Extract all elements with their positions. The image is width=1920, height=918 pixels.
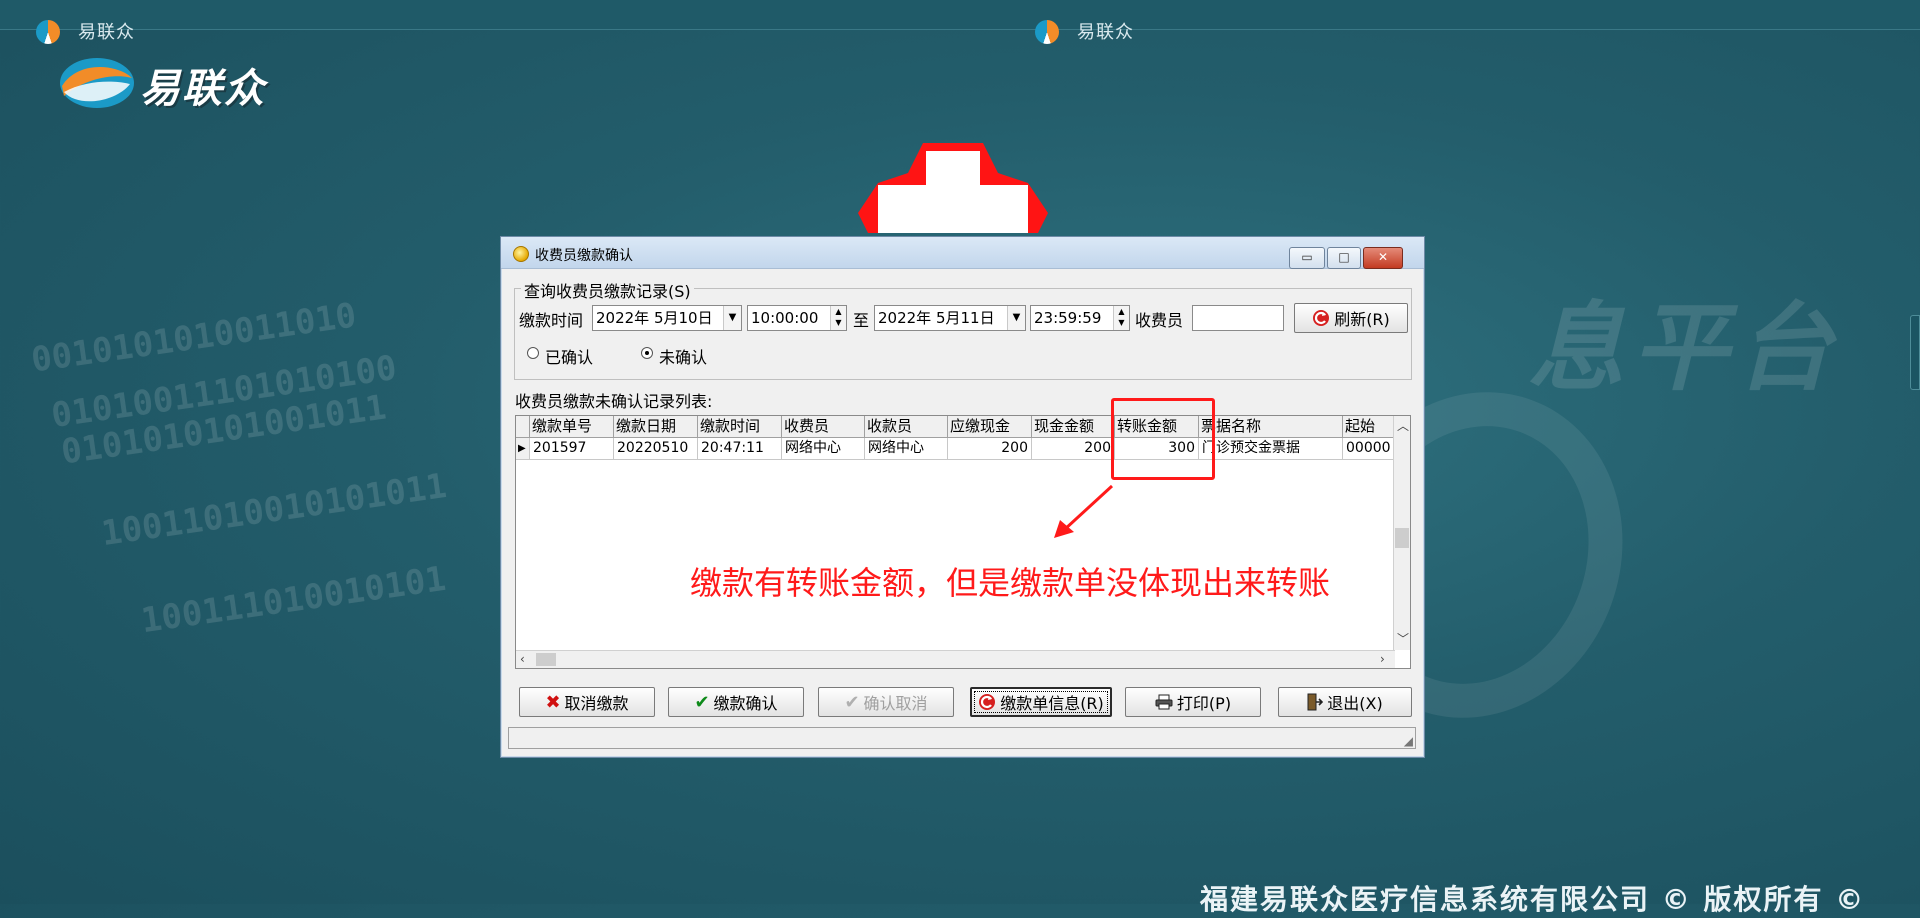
to-label: 至 — [853, 311, 870, 330]
payment-info-button[interactable]: 缴款单信息(R) — [970, 687, 1112, 717]
company-logo-icon — [60, 58, 134, 108]
cancel-payment-button[interactable]: ✖ 取消缴款 — [519, 687, 655, 717]
grid-header-col[interactable]: 收款员 — [865, 416, 948, 438]
annotation-arrow-icon — [1054, 484, 1114, 538]
grid-cell[interactable]: 200 — [948, 438, 1032, 460]
vertical-scrollbar[interactable]: ︿ ﹀ — [1393, 416, 1410, 650]
exit-button[interactable]: 退出(X) — [1278, 687, 1412, 717]
grid-header-col[interactable]: 缴款时间 — [698, 416, 782, 438]
radio-confirmed-label[interactable]: 已确认 — [545, 344, 593, 368]
refresh-label: 刷新(R) — [1334, 310, 1390, 329]
grid-cell[interactable]: 网络中心 — [865, 438, 948, 460]
logo-icon — [36, 20, 60, 44]
query-groupbox: 查询收费员缴款记录(S) 缴款时间 2022年 5月10日 ▼ 10:00:00… — [514, 278, 1412, 380]
payment-time-label: 缴款时间 — [519, 311, 584, 330]
list-label: 收费员缴款未确认记录列表: — [515, 392, 713, 411]
grid-header-col[interactable]: 现金金额 — [1032, 416, 1115, 438]
checkmark-icon: ✔ — [844, 691, 860, 713]
bg-watermark-text: 息平台 — [1528, 292, 1840, 404]
chevron-up-icon[interactable]: ︿ — [1397, 417, 1409, 434]
cancel-confirm-label: 确认取消 — [863, 694, 928, 713]
start-time-value: 10:00:00 — [751, 309, 819, 327]
payment-info-label: 缴款单信息(R) — [1000, 694, 1104, 713]
grid-header-col[interactable]: 缴款单号 — [530, 416, 614, 438]
refresh-icon — [979, 694, 996, 710]
grid-cell[interactable]: 00000 — [1343, 438, 1395, 460]
grid-cell[interactable]: 门诊预交金票据 — [1199, 438, 1343, 460]
grid-header-col[interactable]: 缴款日期 — [614, 416, 698, 438]
printer-icon — [1155, 694, 1173, 710]
radio-unconfirmed-label[interactable]: 未确认 — [659, 344, 707, 368]
chevron-down-icon[interactable]: ▼ — [1007, 306, 1025, 330]
grid-header-col[interactable]: 收费员 — [782, 416, 865, 438]
bg-binary-text: 10011010010101011 — [98, 465, 450, 555]
print-button[interactable]: 打印(P) — [1125, 687, 1261, 717]
grid-header-col[interactable]: 应缴现金 — [948, 416, 1032, 438]
grid-cell[interactable]: 网络中心 — [782, 438, 865, 460]
red-cross-icon — [858, 143, 1048, 233]
maximize-button[interactable]: □ — [1327, 247, 1361, 269]
spin-arrows-icon[interactable]: ▲ ▼ — [830, 306, 846, 330]
top-window-strip — [0, 0, 1920, 30]
grid-cell[interactable]: 201597 — [530, 438, 614, 460]
app-icon — [513, 246, 529, 262]
logo-icon — [1035, 20, 1059, 44]
cancel-payment-label: 取消缴款 — [564, 694, 629, 713]
cashier-input[interactable] — [1192, 305, 1284, 331]
dialog-titlebar[interactable]: 收费员缴款确认 ▭ □ ✕ — [501, 237, 1424, 269]
print-label: 打印(P) — [1176, 694, 1232, 713]
tiny-title-left: 易联众 — [78, 22, 135, 43]
cancel-confirm-button[interactable]: ✔ 确认取消 — [818, 687, 954, 717]
spin-arrows-icon[interactable]: ▲ ▼ — [1113, 306, 1129, 330]
annotation-text: 缴款有转账金额，但是缴款单没体现出来转账 — [690, 564, 1331, 602]
refresh-button[interactable]: 刷新(R) — [1294, 303, 1408, 333]
radio-unconfirmed[interactable] — [641, 347, 653, 359]
cashier-label: 收费员 — [1135, 311, 1184, 330]
scroll-thumb[interactable] — [536, 653, 556, 666]
confirm-payment-button[interactable]: ✔ 缴款确认 — [668, 687, 804, 717]
chevron-down-icon[interactable]: ﹀ — [1397, 630, 1409, 647]
dialog-title: 收费员缴款确认 — [535, 248, 633, 264]
grid-cell[interactable]: 20220510 — [614, 438, 698, 460]
x-icon: ✖ — [545, 691, 561, 713]
minimize-button[interactable]: ▭ — [1289, 247, 1325, 269]
end-date-value: 2022年 5月11日 — [878, 309, 995, 327]
confirm-payment-label: 缴款确认 — [713, 694, 778, 713]
checkmark-icon: ✔ — [694, 691, 710, 713]
query-group-legend: 查询收费员缴款记录(S) — [521, 278, 694, 302]
refresh-icon — [1313, 310, 1330, 326]
radio-confirmed[interactable] — [527, 347, 539, 359]
annotation-highlight-box — [1111, 398, 1215, 480]
end-time-spinner[interactable]: 23:59:59 ▲ ▼ — [1030, 305, 1130, 331]
grid-indicator-header — [516, 416, 530, 438]
payment-confirm-dialog: 收费员缴款确认 ▭ □ ✕ 查询收费员缴款记录(S) 缴款时间 2022年 5月… — [500, 236, 1425, 758]
start-date-picker[interactable]: 2022年 5月10日 ▼ — [592, 305, 742, 331]
scroll-thumb[interactable] — [1395, 528, 1409, 548]
side-handle[interactable] — [1910, 315, 1920, 390]
grid-cell[interactable]: 20:47:11 — [698, 438, 782, 460]
copyright-text: 福建易联众医疗信息系统有限公司 © 版权所有 © — [1200, 883, 1866, 916]
end-time-value: 23:59:59 — [1034, 309, 1102, 327]
chevron-right-icon[interactable]: › — [1380, 652, 1385, 666]
start-date-value: 2022年 5月10日 — [596, 309, 713, 327]
close-button[interactable]: ✕ — [1363, 247, 1403, 269]
grid-header-col[interactable]: 起始 — [1343, 416, 1395, 438]
payment-grid[interactable]: 缴款单号 缴款日期 缴款时间 收费员 收款员 应缴现金 现金金额 转账金额 票据… — [515, 415, 1411, 669]
bg-binary-text: 100111010010101 — [138, 558, 449, 642]
tiny-title-right: 易联众 — [1077, 22, 1134, 43]
status-bar: ◢ — [508, 727, 1416, 749]
horizontal-scrollbar[interactable]: ‹ › — [516, 650, 1395, 668]
chevron-down-icon[interactable]: ▼ — [723, 306, 741, 330]
grid-header-col[interactable]: 票据名称 — [1199, 416, 1343, 438]
grid-cell[interactable]: 200 — [1032, 438, 1115, 460]
resize-grip-icon[interactable]: ◢ — [1404, 734, 1413, 748]
row-indicator-icon[interactable]: ▶ — [516, 438, 530, 460]
exit-label: 退出(X) — [1327, 694, 1383, 713]
exit-door-icon — [1307, 693, 1324, 711]
end-date-picker[interactable]: 2022年 5月11日 ▼ — [874, 305, 1026, 331]
chevron-left-icon[interactable]: ‹ — [520, 652, 525, 666]
company-logo-text: 易联众 — [140, 65, 266, 112]
start-time-spinner[interactable]: 10:00:00 ▲ ▼ — [747, 305, 847, 331]
